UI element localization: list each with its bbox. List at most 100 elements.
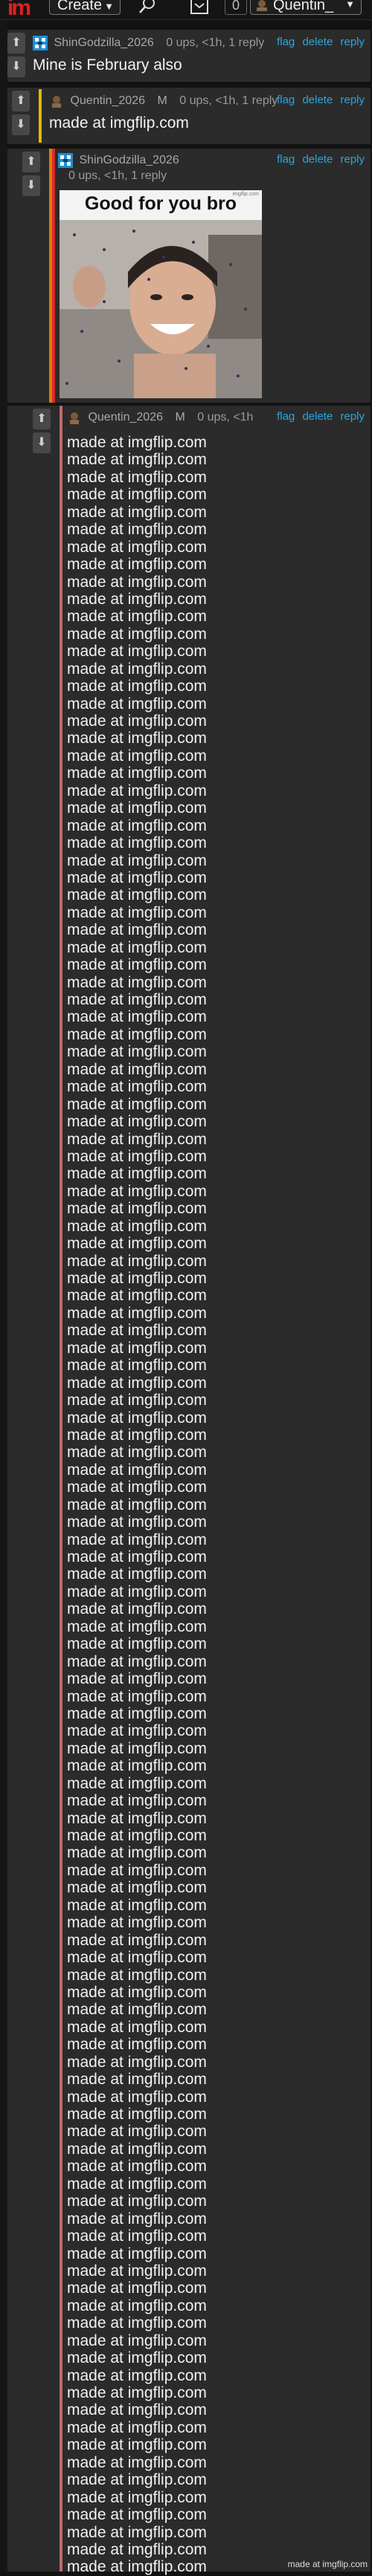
comment-actions: flag delete reply <box>272 410 365 423</box>
comment-username[interactable]: ShinGodzilla_2026 <box>54 36 153 49</box>
reply-link[interactable]: reply <box>340 410 365 423</box>
delete-link[interactable]: delete <box>302 410 333 423</box>
downvote-button[interactable]: ⬇ <box>22 175 40 196</box>
comment: ⬆ ⬇ ShinGodzilla_2026 0 ups, <1h, 1 repl… <box>7 30 371 82</box>
comment-text-line: made at imgflip.com <box>67 2332 207 2349</box>
mod-badge: M <box>175 411 185 424</box>
comment-text-line: made at imgflip.com <box>67 1200 207 1218</box>
downvote-button[interactable]: ⬇ <box>12 114 30 135</box>
comment-username[interactable]: ShinGodzilla_2026 <box>79 154 179 166</box>
comment-text-line: made at imgflip.com <box>67 1583 207 1600</box>
notification-count[interactable]: 0 <box>225 0 247 15</box>
imgflip-logo[interactable]: im <box>7 0 39 20</box>
comment-text-line: made at imgflip.com <box>67 2001 207 2019</box>
comment-text-line: made at imgflip.com <box>67 1983 207 2001</box>
comment-text-line: made at imgflip.com <box>67 2506 207 2524</box>
comment-text-line: made at imgflip.com <box>67 2471 207 2489</box>
comment-text-line: made at imgflip.com <box>67 1704 207 1722</box>
left-rail <box>0 20 7 2572</box>
comment-text-line: made at imgflip.com <box>67 1931 207 1949</box>
comment-meta-row: 0 ups, <1h, 1 reply <box>68 169 167 184</box>
comment-meta: 0 ups, <1h, 1 reply <box>179 94 278 108</box>
search-icon[interactable] <box>138 0 156 15</box>
avatar <box>49 94 64 108</box>
comment-text-line: made at imgflip.com <box>67 468 207 486</box>
mod-badge: M <box>157 94 167 108</box>
comment-text-line: made at imgflip.com <box>67 2140 207 2158</box>
comment-text-line: made at imgflip.com <box>67 1687 207 1705</box>
delete-link[interactable]: delete <box>302 153 333 166</box>
comment-text-line: made at imgflip.com <box>67 2158 207 2176</box>
vote-controls: ⬆ ⬇ <box>12 91 34 138</box>
comment-text-line: made at imgflip.com <box>67 2262 207 2280</box>
comment-text-line: made at imgflip.com <box>67 1548 207 1566</box>
comment-text-line: made at imgflip.com <box>67 2106 207 2123</box>
comment-text-line: made at imgflip.com <box>67 903 207 921</box>
delete-link[interactable]: delete <box>302 36 333 48</box>
comment-meta: 0 ups, <1h, 1 reply <box>166 36 265 50</box>
top-navbar: im Create ▼ 0 Quentin_ ▼ <box>0 0 372 20</box>
comment-text-line: made at imgflip.com <box>67 1514 207 1531</box>
comment-username[interactable]: Quentin_2026 <box>70 94 145 107</box>
comment-text-line: made at imgflip.com <box>67 991 207 1008</box>
thread-level-bar <box>52 149 55 403</box>
flag-link[interactable]: flag <box>277 94 295 106</box>
comment-text-line: made at imgflip.com <box>67 1496 207 1514</box>
comment-actions: flag delete reply <box>272 153 365 166</box>
comment-text-line: made at imgflip.com <box>67 2540 207 2558</box>
comment-text-line: made at imgflip.com <box>67 1600 207 1618</box>
vote-controls: ⬆ ⬇ <box>33 409 55 456</box>
delete-link[interactable]: delete <box>302 94 333 106</box>
meme-image[interactable]: Good for you bro imgflip.com <box>60 190 262 398</box>
flag-link[interactable]: flag <box>277 153 295 166</box>
comment-text-line: made at imgflip.com <box>67 451 207 469</box>
comment-text-line: made at imgflip.com <box>67 1095 207 1113</box>
reply-link[interactable]: reply <box>340 36 365 48</box>
reply-link[interactable]: reply <box>340 94 365 106</box>
comment-text-line: made at imgflip.com <box>67 2175 207 2193</box>
comment-text-line: made at imgflip.com <box>67 1060 207 1078</box>
comment-text-line: made at imgflip.com <box>67 2523 207 2541</box>
meme-photo <box>60 220 262 398</box>
downvote-button[interactable]: ⬇ <box>7 56 25 77</box>
comment-text-line: made at imgflip.com <box>67 2453 207 2471</box>
flag-link[interactable]: flag <box>277 410 295 423</box>
upvote-button[interactable]: ⬆ <box>7 33 25 53</box>
comment-text-line: made at imgflip.com <box>67 1635 207 1653</box>
comment-text-line: made at imgflip.com <box>67 660 207 678</box>
inbox-icon[interactable] <box>189 0 210 15</box>
downvote-button[interactable]: ⬇ <box>33 432 51 453</box>
comment-text-lines: made at imgflip.com made at imgflip.com ma… <box>67 434 207 2576</box>
comment-text-line: made at imgflip.com <box>67 2193 207 2210</box>
avatar <box>257 0 267 11</box>
create-menu-button[interactable]: Create ▼ <box>49 0 121 15</box>
flag-link[interactable]: flag <box>277 36 295 48</box>
upvote-button[interactable]: ⬆ <box>33 409 51 429</box>
comment-text-line: made at imgflip.com <box>67 1844 207 1862</box>
comment-header: ShinGodzilla_2026 <box>58 153 188 168</box>
reply-link[interactable]: reply <box>340 153 365 166</box>
upvote-button[interactable]: ⬆ <box>22 152 40 172</box>
comment-text-line: made at imgflip.com <box>67 713 207 730</box>
comment-text-line: made at imgflip.com <box>67 2123 207 2141</box>
user-menu-button[interactable]: Quentin_ ▼ <box>250 0 362 15</box>
comment-text-line: made at imgflip.com <box>67 2280 207 2297</box>
comment-text-line: made at imgflip.com <box>67 2036 207 2054</box>
comment-text-line: made at imgflip.com <box>67 1287 207 1305</box>
comment-text-line: made at imgflip.com <box>67 2088 207 2106</box>
comment-text-line: made at imgflip.com <box>67 1757 207 1775</box>
upvote-button[interactable]: ⬆ <box>12 91 30 111</box>
comment-text-line: made at imgflip.com <box>67 782 207 799</box>
comment-text-line: made at imgflip.com <box>67 1147 207 1165</box>
comment-text-line: made at imgflip.com <box>67 556 207 574</box>
avatar <box>67 410 82 425</box>
comment-text-line: made at imgflip.com <box>67 1444 207 1461</box>
comment-meta: 0 ups, <1h, 1 reply <box>68 169 167 182</box>
comment-text-line: made at imgflip.com <box>67 1966 207 1984</box>
comment-text-line: made at imgflip.com <box>67 2401 207 2419</box>
comment-text-line: made at imgflip.com <box>67 2349 207 2367</box>
comment-username[interactable]: Quentin_2026 <box>88 411 163 424</box>
comment-text-line: made at imgflip.com <box>67 1879 207 1897</box>
comment-text-line: made at imgflip.com <box>67 503 207 521</box>
comment-text-line: made at imgflip.com <box>67 747 207 765</box>
